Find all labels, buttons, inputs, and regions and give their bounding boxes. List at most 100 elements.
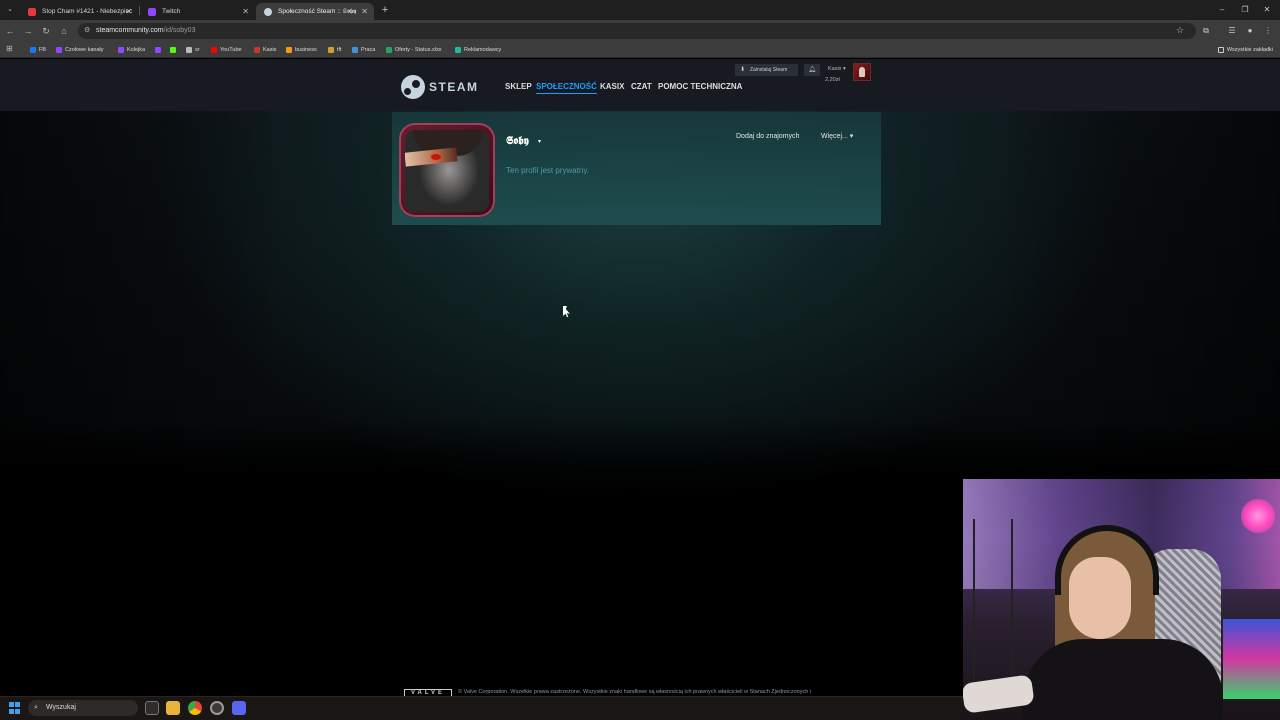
url-host: steamcommunity.com [96, 27, 164, 34]
install-steam-button[interactable]: ⬇ Zainstaluj Steam [735, 64, 798, 76]
more-actions-dropdown[interactable]: Więcej... ▾ [818, 131, 856, 143]
search-icon: ⌕ [34, 704, 38, 711]
account-avatar[interactable] [853, 63, 871, 81]
bookmark-favicon-icon [30, 47, 36, 53]
bookmark-favicon-icon [186, 47, 192, 53]
profile-avatar[interactable] [405, 130, 489, 212]
bookmark-favicon-icon [155, 47, 161, 53]
windows-start-icon[interactable] [9, 702, 21, 714]
obs-icon[interactable] [210, 701, 224, 715]
tab-search-chevron-icon[interactable]: ⌄ [5, 5, 15, 15]
nav-sklep[interactable]: SKLEP [505, 82, 532, 92]
steam-wordmark[interactable]: STEAM [429, 80, 479, 94]
bookmark-item[interactable]: Czołowe kanały [56, 44, 104, 56]
task-view-icon[interactable] [145, 701, 159, 715]
persona-name[interactable]: 𝕾𝖔𝖇𝖞 [506, 134, 529, 148]
mouse-cursor-icon [563, 306, 567, 316]
minimize-icon[interactable]: – [1215, 4, 1229, 16]
bookmark-favicon-icon [211, 47, 217, 53]
nav-czat[interactable]: CZAT [631, 82, 652, 92]
bookmark-label: Reklamodawcy [464, 47, 502, 53]
steam-favicon-icon [264, 8, 272, 16]
bookmark-favicon-icon [118, 47, 124, 53]
taskbar-search-box[interactable]: ⌕ Wyszukaj [28, 700, 138, 716]
reading-list-icon[interactable]: ☰ [1226, 25, 1238, 37]
tab-title: Stop Cham #1421 - Niebezpiec [42, 8, 133, 15]
address-bar[interactable] [78, 23, 1196, 39]
close-tab-icon[interactable]: ✕ [242, 3, 249, 20]
bookmark-item[interactable]: Kasix [254, 44, 276, 56]
browser-tab-bar: ⌄ Stop Cham #1421 - Niebezpiec ✕ Twitch … [0, 0, 1280, 20]
back-arrow-icon[interactable]: ← [4, 25, 16, 37]
tab-twitch[interactable]: Twitch ✕ [140, 3, 255, 20]
bookmark-label: Oferty - Status.xlsx [395, 47, 442, 53]
extensions-puzzle-icon[interactable]: ⧉ [1200, 25, 1212, 37]
install-steam-label: Zainstaluj Steam [750, 67, 788, 73]
new-tab-plus-icon[interactable]: + [378, 3, 392, 17]
nav-pomoc-techniczna[interactable]: POMOC TECHNICZNA [658, 82, 742, 92]
url-text[interactable]: steamcommunity.com/id/soby03 [96, 26, 195, 36]
site-info-icon[interactable]: ⚙ [84, 27, 92, 35]
close-tab-icon[interactable]: ✕ [361, 3, 368, 20]
bookmark-label: Praca [361, 47, 376, 53]
youtube-favicon-icon [28, 8, 36, 16]
file-explorer-icon[interactable] [166, 701, 180, 715]
all-bookmarks-label: Wszystkie zakładki [1226, 47, 1273, 53]
bookmark-favicon-icon [352, 47, 358, 53]
menu-dots-icon[interactable]: ⋮ [1262, 25, 1274, 37]
bookmark-label: business [295, 47, 317, 53]
bookmark-item[interactable] [155, 44, 164, 56]
bookmark-item[interactable]: Reklamodawcy [455, 44, 501, 56]
nav-kasix[interactable]: KASIX [600, 82, 624, 92]
bookmark-item[interactable]: Praca [352, 44, 375, 56]
avatar-glowing-eye [431, 154, 441, 160]
apps-grid-icon[interactable]: ⊞ [6, 45, 14, 53]
bookmark-favicon-icon [328, 47, 334, 53]
reload-icon[interactable]: ↻ [40, 25, 52, 37]
tab-stop-cham[interactable]: Stop Cham #1421 - Niebezpiec ✕ [20, 3, 138, 20]
add-friend-button[interactable]: Dodaj do znajomych [733, 131, 802, 143]
webcam-shelf [973, 519, 1013, 679]
bookmark-item[interactable]: Oferty - Status.xlsx [386, 44, 441, 56]
bookmark-label: YouTube [220, 47, 242, 53]
webcam-rgb-lights [1223, 619, 1280, 699]
account-menu[interactable]: Kasix ▾ [828, 66, 846, 73]
tab-steam-community[interactable]: Społeczność Steam :: 𝕾𝖔𝖇𝖞 ✕ [256, 3, 374, 20]
webcam-overlay [963, 479, 1280, 720]
folder-icon [1217, 47, 1224, 53]
bookmark-item[interactable]: Kolejka [118, 44, 145, 56]
nav-spolecznosc[interactable]: SPOŁECZNOŚĆ [536, 82, 597, 94]
bookmark-item[interactable]: FB [30, 44, 46, 56]
forward-arrow-icon[interactable]: → [22, 25, 34, 37]
chrome-icon[interactable] [188, 701, 202, 715]
bookmark-label: Kolejka [127, 47, 146, 53]
notifications-bell-icon[interactable]: 🔔︎ [804, 64, 820, 76]
discord-icon[interactable] [232, 701, 246, 715]
bookmark-favicon-icon [286, 47, 292, 53]
close-tab-icon[interactable]: ✕ [125, 3, 132, 20]
close-window-icon[interactable]: ✕ [1260, 4, 1274, 16]
wallet-balance[interactable]: 2,20zł [825, 77, 840, 84]
bookmark-star-icon[interactable]: ☆ [1176, 25, 1184, 36]
bookmark-label: sr [195, 47, 200, 53]
bookmark-label: Kasix [263, 47, 277, 53]
bookmark-item[interactable]: business [286, 44, 317, 56]
bookmark-item[interactable]: sr [186, 44, 200, 56]
restore-icon[interactable]: ❐ [1238, 4, 1252, 16]
footer-copyright: © Valve Corporation. Wszelkie prawa zast… [458, 689, 812, 695]
bookmark-item[interactable]: YouTube [211, 44, 242, 56]
profile-avatar-icon[interactable]: ● [1244, 25, 1256, 37]
bookmark-favicon-icon [254, 47, 260, 53]
bookmark-item[interactable]: tft [328, 44, 342, 56]
steam-logo-icon[interactable] [401, 75, 425, 99]
bookmark-item[interactable] [170, 44, 179, 56]
private-profile-message: Ten profil jest prywatny. [506, 166, 589, 175]
twitch-favicon-icon [148, 8, 156, 16]
download-icon: ⬇ [740, 67, 746, 73]
all-bookmarks-folder[interactable]: Wszystkie zakładki [1217, 44, 1273, 56]
home-icon[interactable]: ⌂ [58, 25, 70, 37]
bookmark-label: Czołowe kanały [65, 47, 104, 53]
bookmark-favicon-icon [455, 47, 461, 53]
tab-title: Społeczność Steam :: 𝕾𝖔𝖇𝖞 [278, 8, 357, 15]
name-history-chevron-icon[interactable]: ▾ [538, 137, 541, 147]
